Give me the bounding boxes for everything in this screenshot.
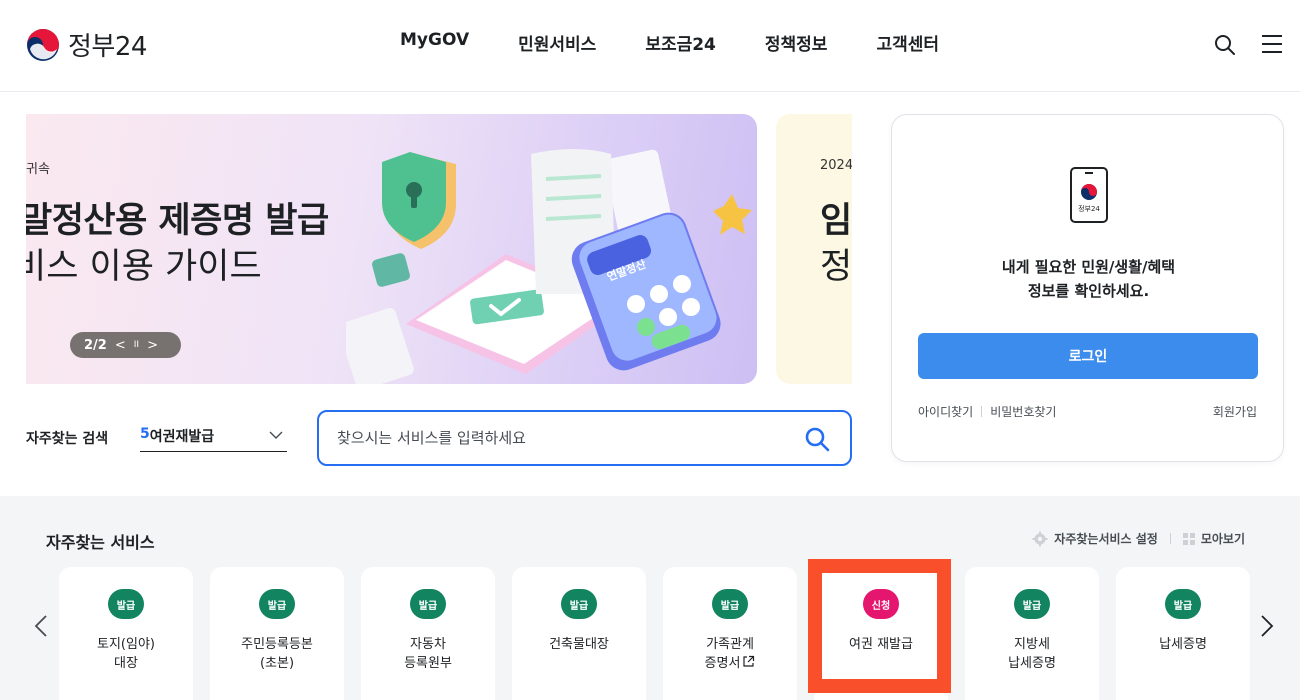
service-card-vehicle-registration[interactable]: 발급 자동차 등록원부 (361, 567, 495, 700)
frequent-search-value: 여권재발급 (149, 429, 215, 445)
service-card-label: 주민등록등본 (초본) (210, 635, 344, 673)
label-line2: 증명서 (704, 656, 741, 671)
banner-next-slide[interactable]: 2024 임 정 (776, 114, 852, 384)
chevron-right-icon[interactable] (1258, 614, 1276, 638)
services-tools: 자주찾는서비스 설정 모아보기 (1032, 530, 1245, 547)
banner-pager: 2/2 < II > (70, 332, 181, 358)
issue-badge: 발급 (712, 589, 748, 619)
tax-calculator-illustration: 연말정산 (346, 149, 752, 384)
label-line1: 납세증명 (1159, 637, 1207, 652)
find-id-link[interactable]: 아이디찾기 (918, 403, 973, 420)
taegeuk-logo-icon (27, 28, 59, 61)
service-card-passport-reissue[interactable]: 신청 여권 재발급 (814, 567, 948, 700)
label-line1: 건축물대장 (549, 637, 609, 652)
nav-subsidy24[interactable]: 보조금24 (645, 30, 716, 55)
find-password-link[interactable]: 비밀번호찾기 (990, 403, 1056, 420)
login-message-line2: 정보를 확인하세요. (1027, 282, 1150, 300)
site-header: 정부24 MyGOV 민원서비스 보조금24 정책정보 고객센터 (0, 0, 1300, 92)
login-button[interactable]: 로그인 (918, 333, 1258, 379)
service-card-label: 건축물대장 (512, 635, 646, 654)
chevron-down-icon (269, 431, 283, 439)
issue-badge: 발급 (259, 589, 295, 619)
gear-icon (1032, 531, 1048, 546)
pager-pause-button[interactable]: II (134, 340, 139, 350)
service-card-building-register[interactable]: 발급 건축물대장 (512, 567, 646, 700)
login-card: 정부24 내게 필요한 민원/생활/혜택 정보를 확인하세요. 로그인 아이디찾… (891, 114, 1284, 462)
service-card-resident-registration[interactable]: 발급 주민등록등본 (초본) (210, 567, 344, 700)
service-card-tax-payment-certificate[interactable]: 발급 납세증명 (1116, 567, 1250, 700)
service-card-land-register[interactable]: 발급 토지(임야) 대장 (59, 567, 193, 700)
grid-icon (1182, 532, 1195, 545)
chevron-left-icon[interactable] (32, 614, 50, 638)
label-line2: 대장 (114, 656, 138, 671)
service-card-label: 자동차 등록원부 (361, 635, 495, 673)
logo-text: 정부24 (68, 32, 147, 62)
pager-indicator: 2/2 (84, 337, 107, 353)
issue-badge: 발급 (108, 589, 144, 619)
external-link-icon (743, 655, 755, 667)
banner-category: 귀속 (26, 162, 50, 177)
label-line1: 주민등록등본 (241, 637, 313, 652)
service-card-label: 납세증명 (1116, 635, 1250, 654)
issue-badge: 발급 (1014, 589, 1050, 619)
login-message: 내게 필요한 민원/생활/혜택 정보를 확인하세요. (892, 255, 1285, 303)
signup-link[interactable]: 회원가입 (1213, 403, 1257, 420)
label-line1: 여권 재발급 (849, 637, 913, 652)
frequent-search-rank: 5 (140, 426, 150, 442)
view-all-label: 모아보기 (1200, 532, 1245, 546)
frequent-search-dropdown[interactable]: 5 여권재발급 (140, 426, 287, 452)
mobile-app-icon: 정부24 (1070, 167, 1108, 223)
pager-prev-button[interactable]: < (115, 338, 126, 353)
next-slide-subtitle: 정 (820, 247, 852, 287)
label-line2: 납세증명 (1008, 656, 1056, 671)
main-nav: MyGOV 민원서비스 보조금24 정책정보 고객센터 (400, 30, 988, 55)
service-card-label: 토지(임야) 대장 (59, 635, 193, 673)
logo[interactable]: 정부24 (26, 26, 147, 63)
nav-customer-center[interactable]: 고객센터 (876, 30, 939, 55)
services-settings-button[interactable]: 자주찾는서비스 설정 (1032, 530, 1158, 547)
services-settings-label: 자주찾는서비스 설정 (1054, 532, 1158, 546)
label-line2: (초본) (259, 656, 295, 671)
frequent-services-title: 자주찾는 서비스 (46, 533, 155, 552)
next-slide-year: 2024 (820, 158, 852, 173)
divider (1169, 533, 1171, 544)
label-line1: 자동차 (410, 637, 446, 652)
label-line1: 지방세 (1014, 637, 1050, 652)
service-search-box (317, 410, 852, 466)
service-card-family-certificate[interactable]: 발급 가족관계 증명서 (663, 567, 797, 700)
service-card-local-tax-certificate[interactable]: 발급 지방세 납세증명 (965, 567, 1099, 700)
service-card-label: 가족관계 증명서 (663, 635, 797, 673)
service-card-label: 지방세 납세증명 (965, 635, 1099, 673)
issue-badge: 발급 (561, 589, 597, 619)
login-message-line1: 내게 필요한 민원/생활/혜택 (1001, 258, 1176, 276)
frequent-services-section: 자주찾는 서비스 자주찾는서비스 설정 모아보기 발급 토지(임야) 대장 발급… (0, 496, 1300, 700)
banner-title: 말정산용 제증명 발급 (26, 201, 329, 241)
view-all-button[interactable]: 모아보기 (1182, 530, 1245, 547)
hamburger-menu-icon[interactable] (1261, 34, 1283, 54)
account-links: 아이디찾기 비밀번호찾기 (918, 403, 1056, 420)
label-line2: 등록원부 (404, 656, 452, 671)
banner-carousel: 귀속 말정산용 제증명 발급 비스 이용 가이드 연말정산 2/2 < II >… (26, 114, 852, 384)
pager-next-button[interactable]: > (147, 338, 158, 353)
nav-civil-service[interactable]: 민원서비스 (518, 30, 596, 55)
mobile-app-caption: 정부24 (1078, 204, 1100, 213)
nav-policy-info[interactable]: 정책정보 (765, 30, 828, 55)
label-line2-wrap: 증명서 (663, 654, 797, 673)
banner-slide[interactable]: 귀속 말정산용 제증명 발급 비스 이용 가이드 연말정산 2/2 < II > (26, 114, 757, 384)
nav-mygov[interactable]: MyGOV (400, 30, 469, 55)
label-line1: 가족관계 (706, 637, 754, 652)
service-search-input[interactable] (337, 426, 777, 450)
search-icon[interactable] (1213, 33, 1237, 57)
frequent-search-label: 자주찾는 검색 (26, 431, 109, 447)
search-submit-icon[interactable] (804, 426, 830, 452)
next-slide-title: 임 (820, 201, 852, 241)
divider (981, 406, 983, 417)
issue-badge: 발급 (410, 589, 446, 619)
service-card-label: 여권 재발급 (814, 635, 948, 654)
issue-badge: 발급 (1165, 589, 1201, 619)
banner-subtitle: 비스 이용 가이드 (26, 247, 262, 287)
label-line1: 토지(임야) (97, 637, 155, 652)
apply-badge: 신청 (863, 589, 899, 619)
